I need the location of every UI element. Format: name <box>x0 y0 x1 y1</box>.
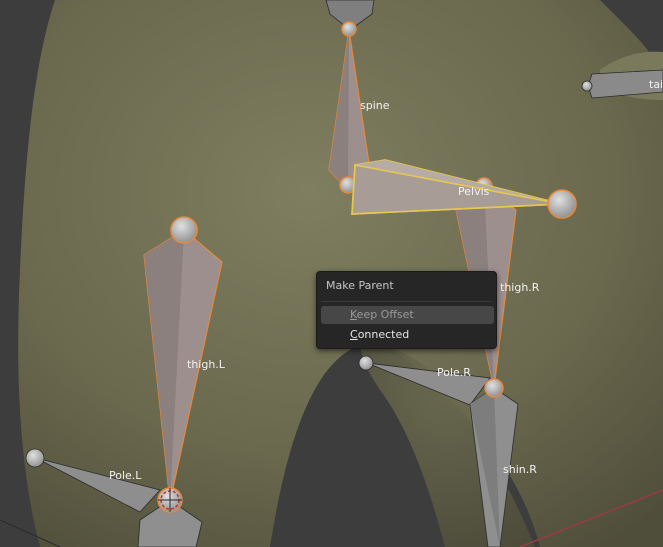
joint-shin-r-head[interactable] <box>484 378 504 398</box>
bone-label-pole-r: Pole.R <box>437 366 471 379</box>
bone-label-spine: spine <box>360 99 390 112</box>
menu-title: Make Parent <box>326 279 394 292</box>
joint-pole-r-head[interactable] <box>358 355 374 371</box>
menu-item-keep-offset-hotkey: K <box>350 308 357 321</box>
bone-label-tail: tai <box>649 78 663 91</box>
menu-item-connected[interactable]: Connected <box>321 326 494 344</box>
joint-tail-head[interactable] <box>581 80 593 92</box>
menu-item-connected-label: onnected <box>357 328 410 341</box>
joint-pelvis-tail[interactable] <box>547 189 577 219</box>
make-parent-menu: Make Parent Keep Offset Connected <box>316 271 497 349</box>
joint-pole-l-head[interactable] <box>25 448 45 468</box>
joint-spine-head[interactable] <box>341 21 357 37</box>
bone-label-thigh-r: thigh.R <box>500 281 540 294</box>
menu-divider <box>321 301 492 302</box>
bone-label-pelvis: Pelvis <box>458 185 490 198</box>
bone-label-shin-r: shin.R <box>503 463 537 476</box>
menu-item-connected-hotkey: C <box>350 328 358 341</box>
menu-item-keep-offset[interactable]: Keep Offset <box>321 306 494 324</box>
bone-label-thigh-l: thigh.L <box>187 358 226 371</box>
bone-label-pole-l: Pole.L <box>109 469 142 482</box>
menu-item-keep-offset-label: eep Offset <box>356 308 414 321</box>
joint-thigh-l-head[interactable] <box>170 216 198 244</box>
